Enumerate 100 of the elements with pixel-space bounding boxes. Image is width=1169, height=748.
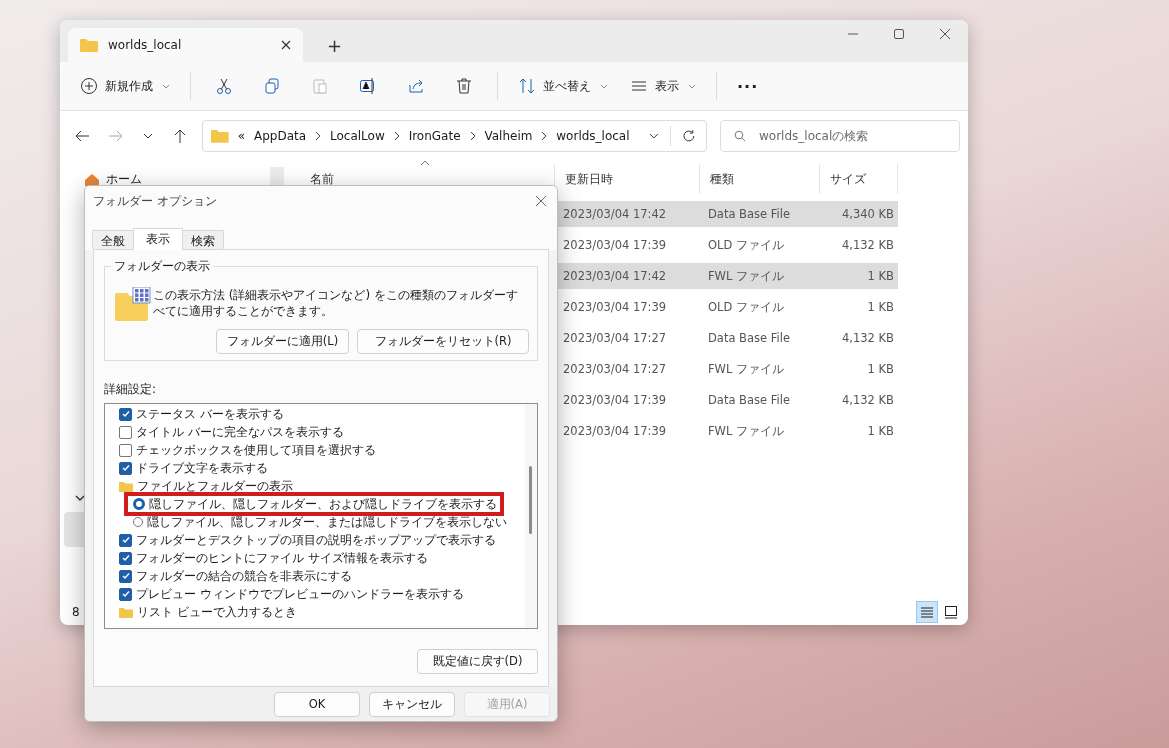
breadcrumb-item[interactable]: Valheim [484, 129, 533, 143]
setting-label: チェックボックスを使用して項目を選択する [136, 441, 376, 459]
checkbox[interactable] [119, 551, 132, 565]
table-cell-text: 1 KB [866, 424, 895, 438]
setting-label: ステータス バーを表示する [136, 405, 284, 423]
checkbox[interactable] [119, 443, 132, 457]
plus-circle-icon [80, 77, 98, 95]
list-icon [920, 605, 934, 619]
dialog-button[interactable]: OK [274, 691, 360, 717]
breadcrumb-item[interactable]: AppData [254, 129, 307, 143]
table-cell-text: 4,340 KB [841, 207, 895, 221]
search-icon [734, 130, 746, 142]
up-arrow-icon[interactable] [172, 128, 188, 144]
column-header[interactable]: 種類 [700, 164, 820, 194]
folder-icon [119, 606, 133, 618]
sort-caret-icon [420, 160, 430, 166]
chevron-right-icon [541, 131, 548, 141]
caret-icon [162, 83, 170, 89]
dialog-tab[interactable]: 全般 [92, 230, 134, 249]
table-cell-text: FWL ファイル [707, 361, 786, 377]
sort-button[interactable]: 並べ替え [510, 73, 616, 99]
checkbox[interactable] [119, 461, 132, 475]
setting-label: フォルダーのヒントにファイル サイズ情報を表示する [136, 549, 428, 567]
checkbox[interactable] [119, 587, 132, 601]
dialog-button[interactable]: キャンセル [369, 691, 455, 717]
table-cell-text: 2023/03/04 17:39 [562, 238, 668, 252]
refresh-icon[interactable] [682, 129, 697, 143]
table-cell-text: 2023/03/04 17:39 [562, 393, 668, 407]
checkbox[interactable] [119, 533, 132, 547]
breadcrumb-item[interactable]: IronGate [408, 129, 461, 143]
address-bar[interactable]: « AppData LocalLow IronGate Valheim worlds_local [202, 120, 707, 152]
setting-label: 隠しファイル、隠しフォルダー、または隠しドライブを表示しない [147, 513, 507, 531]
sidebar-label: ホーム [106, 171, 142, 188]
breadcrumb-item[interactable]: worlds_local [556, 129, 630, 143]
folder-icon [211, 129, 229, 143]
tab-title: worlds_local [108, 38, 183, 52]
table-cell-text: 2023/03/04 17:39 [562, 424, 668, 438]
folder-icon [119, 480, 133, 492]
sidebar-item[interactable]: ホーム [64, 167, 284, 192]
checkmark-icon [120, 535, 131, 545]
dialog-tab[interactable]: 表示 [133, 228, 183, 250]
table-cell-text: 2023/03/04 17:42 [562, 207, 668, 221]
radio-button[interactable] [133, 498, 145, 510]
table-cell-text: Data Base File [707, 207, 792, 221]
sort-arrows-icon [518, 77, 536, 95]
setting-label: 隠しファイル、隠しフォルダー、および隠しドライブを表示する [149, 495, 497, 513]
setting-label: プレビュー ウィンドウでプレビューのハンドラーを表示する [136, 585, 464, 603]
restore-defaults-button[interactable]: 既定値に戻す(D) [417, 649, 538, 674]
checkmark-icon [120, 463, 131, 473]
close-icon[interactable] [535, 195, 547, 207]
apply-to-folders-button[interactable]: フォルダーに適用(L) [216, 329, 349, 354]
table-cell-text: 1 KB [866, 362, 895, 376]
checkmark-icon [120, 589, 131, 599]
setting-label: フォルダーとデスクトップの項目の説明をポップアップで表示する [136, 531, 496, 549]
table-cell-text: OLD ファイル [707, 237, 785, 253]
checkbox[interactable] [119, 569, 132, 583]
checkmark-icon [120, 571, 131, 581]
setting-label: タイトル バーに完全なパスを表示する [136, 423, 344, 441]
advanced-settings-label: 詳細設定: [104, 381, 158, 398]
table-cell-text: OLD ファイル [707, 299, 785, 315]
table-cell-text: FWL ファイル [707, 423, 786, 439]
setting-label: フォルダーの結合の競合を非表示にする [136, 567, 352, 585]
close-icon[interactable] [281, 40, 291, 50]
description-text: この表示方法 (詳細表示やアイコンなど) をこの種類のフォルダーすべてに適用することができます。 [153, 287, 519, 319]
table-cell-text: 1 KB [866, 300, 895, 314]
setting-label: ファイルとフォルダーの表示 [137, 477, 293, 495]
status-text: 8 [71, 605, 80, 619]
chevron-right-icon [393, 131, 400, 141]
view-button[interactable]: 表示 [622, 73, 704, 99]
window-tab[interactable]: worlds_local [68, 28, 303, 62]
group-legend: フォルダーの表示 [111, 258, 213, 275]
checkmark-icon [120, 409, 131, 419]
search-field[interactable]: worlds_localの検索 [720, 120, 960, 152]
breadcrumb-item[interactable]: LocalLow [330, 129, 385, 143]
column-header[interactable]: サイズ [820, 164, 898, 194]
folder-icon [80, 38, 98, 52]
table-cell-text: 4,132 KB [841, 331, 895, 345]
setting-label: リスト ビューで入力するとき [137, 603, 297, 621]
maximize-icon[interactable] [893, 28, 905, 40]
close-icon[interactable] [939, 28, 951, 40]
dialog-tab[interactable]: 検索 [182, 230, 224, 249]
new-button[interactable]: 新規作成 [72, 73, 178, 99]
forward-arrow-icon [108, 128, 124, 144]
table-cell-text: 2023/03/04 17:42 [562, 269, 668, 283]
table-cell-text: 2023/03/04 17:27 [562, 362, 668, 376]
table-cell-text: 4,132 KB [841, 238, 895, 252]
table-cell-text: 1 KB [866, 269, 895, 283]
reset-folders-button[interactable]: フォルダーをリセット(R) [357, 329, 529, 354]
overflow-button[interactable]: « [237, 129, 245, 143]
scrollbar-thumb[interactable] [529, 466, 532, 534]
back-arrow-icon[interactable] [74, 128, 90, 144]
table-cell-text: 2023/03/04 17:27 [562, 331, 668, 345]
checkbox[interactable] [119, 407, 132, 421]
dialog-title: フォルダー オプション [93, 192, 217, 210]
chevron-right-icon [315, 131, 321, 141]
square-icon [944, 605, 958, 619]
new-tab-button[interactable]: + [323, 35, 347, 56]
table-cell-text: Data Base File [707, 393, 792, 407]
more-button[interactable]: ··· [729, 72, 767, 100]
checkbox[interactable] [119, 425, 132, 439]
